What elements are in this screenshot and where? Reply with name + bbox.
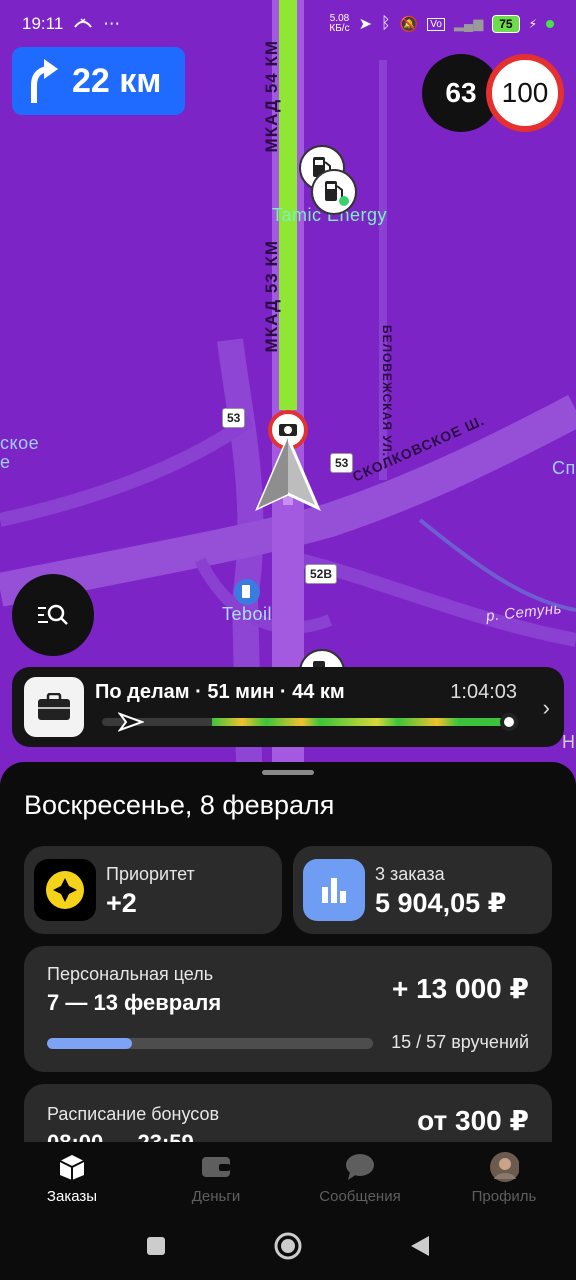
goal-progress-text: 15 / 57 вручений [391, 1032, 529, 1052]
route-number-badge: 53 [330, 453, 354, 473]
bottom-sheet[interactable]: Воскресенье, 8 февраля Приоритет +2 3 за… [0, 762, 576, 1142]
active-dot-icon [546, 20, 554, 28]
charging-icon: ⚡ [528, 17, 537, 31]
route-destination-marker [500, 713, 518, 731]
home-button[interactable] [273, 1231, 303, 1261]
priority-label: Приоритет [106, 864, 195, 884]
mute-icon: 🔕 [399, 16, 419, 33]
status-bar: 19:11 ⋯ 5.08 КБ/с ➤ ᛒ 🔕 Vo ▂▄▆ 75 ⚡ [0, 0, 576, 48]
wallet-icon [201, 1152, 231, 1182]
goal-progress-fill [47, 1038, 132, 1049]
route-summary-panel[interactable]: По делам · 51 мин · 44 км 1:04:03 › [12, 667, 564, 747]
briefcase-icon [24, 677, 84, 737]
goal-reward: + 13 000 ₽ [391, 973, 529, 1004]
priority-icon [34, 859, 96, 921]
bonus-time: 08:00 — 23:59 [47, 1130, 194, 1142]
bonus-schedule-card[interactable]: Расписание бонусов 08:00 — 23:59 от 300 … [24, 1084, 552, 1142]
tab-bar: Заказы Деньги Сообщения Профиль [0, 1142, 576, 1212]
signal-icon: ▂▄▆ [453, 16, 484, 31]
map-edge-label-3: Сп [552, 458, 576, 478]
map-edge-label-2: е [0, 452, 11, 472]
orders-card[interactable]: 3 заказа 5 904,05 ₽ [293, 846, 552, 934]
tab-profile-label: Профиль [471, 1188, 537, 1205]
poi-teboil[interactable]: Teboil [222, 604, 272, 625]
back-button[interactable] [409, 1234, 431, 1258]
tab-messages-label: Сообщения [319, 1188, 401, 1205]
maneuver-distance: 22 км [72, 61, 162, 100]
map-search-button[interactable] [12, 574, 94, 656]
location-icon: ➤ [358, 16, 372, 33]
map-edge-label-4: Н [562, 732, 576, 752]
goal-title: Персональная цель [47, 964, 214, 984]
route-summary-text: По делам · 51 мин · 44 км [95, 681, 345, 703]
list-search-icon [38, 604, 68, 625]
tab-money-label: Деньги [191, 1188, 241, 1205]
battery-icon: 75 [492, 15, 520, 33]
goal-progress-bar [47, 1038, 373, 1049]
sheet-drag-handle[interactable] [262, 770, 314, 775]
chat-icon [345, 1152, 375, 1182]
tab-messages[interactable]: Сообщения [288, 1142, 432, 1212]
route-progress-track [102, 718, 512, 726]
road-label-mkad-54: МКАД 54 КМ [262, 40, 281, 153]
tab-profile[interactable]: Профиль [432, 1142, 576, 1212]
route-position-arrow-icon [118, 712, 144, 732]
road-label-mkad-53: МКАД 53 КМ [262, 240, 281, 353]
tab-orders[interactable]: Заказы [0, 1142, 144, 1212]
fuel-station-icon[interactable] [233, 578, 261, 606]
speed-limit-sign: 100 [486, 54, 564, 132]
bar-chart-icon [303, 859, 365, 921]
fuel-station-icon[interactable] [310, 168, 358, 216]
orders-count: 3 заказа [375, 864, 445, 884]
route-traffic-fill [212, 718, 512, 726]
box-icon [57, 1152, 87, 1182]
status-time: 19:11 [22, 14, 64, 33]
avatar-icon [489, 1152, 519, 1182]
bluetooth-icon: ᛒ [381, 15, 391, 32]
route-eta: 1:04:03 [450, 681, 517, 703]
route-number-badge: 52B [305, 564, 338, 584]
orders-earnings: 5 904,05 ₽ [375, 888, 507, 918]
tab-orders-label: Заказы [46, 1188, 98, 1205]
route-number-badge: 53 [222, 408, 246, 428]
vehicle-position-icon [255, 436, 321, 512]
network-speed: 5.08 КБ/с [329, 13, 350, 34]
system-nav-bar [0, 1212, 576, 1280]
more-notifications-icon: ⋯ [103, 14, 121, 33]
priority-value: +2 [106, 888, 137, 918]
goal-period: 7 — 13 февраля [47, 990, 222, 1015]
missed-call-icon [74, 18, 93, 28]
maneuver-card[interactable]: 22 км [12, 47, 185, 115]
turn-right-arrow-icon [31, 59, 58, 103]
recent-apps-button[interactable] [145, 1235, 167, 1257]
volte-icon: Vo [427, 17, 445, 31]
personal-goal-card[interactable]: Персональная цель 7 — 13 февраля + 13 00… [24, 946, 552, 1072]
bonus-title: Расписание бонусов [47, 1104, 220, 1124]
sheet-date: Воскресенье, 8 февраля [24, 790, 335, 820]
chevron-right-icon[interactable]: › [543, 695, 550, 721]
bonus-amount: от 300 ₽ [417, 1105, 529, 1136]
priority-card[interactable]: Приоритет +2 [24, 846, 282, 934]
tab-money[interactable]: Деньги [144, 1142, 288, 1212]
map-edge-label-1: ское [0, 433, 40, 453]
road-label-belovezhskaya: БЕЛОВЕЖСКАЯ УЛ. [380, 325, 394, 457]
